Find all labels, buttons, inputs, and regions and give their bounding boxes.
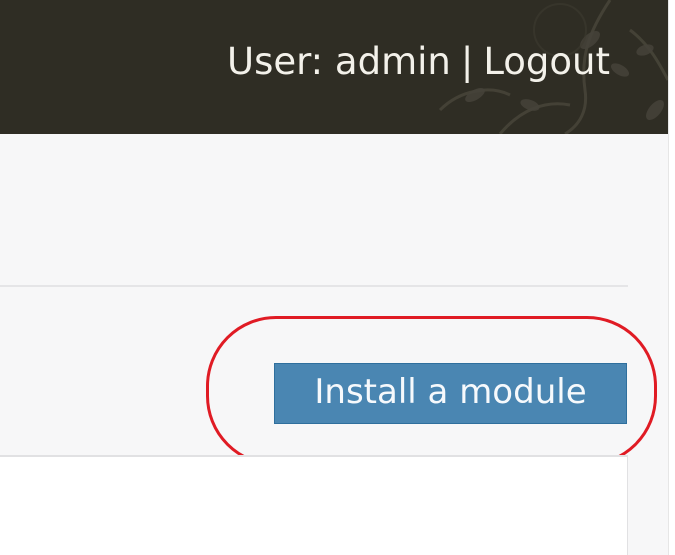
section-divider (0, 285, 628, 287)
top-header: User: admin | Logout (0, 0, 668, 134)
logout-link[interactable]: Logout (483, 40, 610, 83)
page-edge (668, 0, 675, 555)
current-user-label: User: admin (227, 40, 451, 83)
user-status: User: admin | Logout (227, 40, 610, 84)
install-module-button[interactable]: Install a module (274, 363, 627, 424)
module-list-panel (0, 455, 628, 555)
user-separator: | (460, 40, 474, 83)
page: User: admin | Logout Install a module (0, 0, 675, 555)
